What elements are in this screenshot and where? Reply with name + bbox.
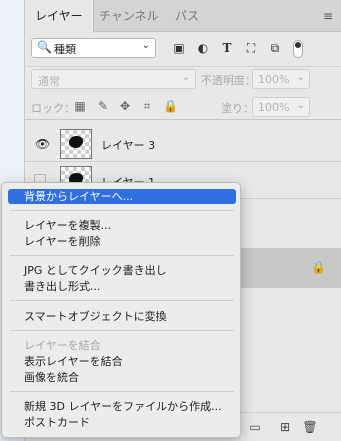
layer-name: レイヤー 3 bbox=[101, 139, 156, 152]
chevron-down-icon: ⌄ bbox=[181, 72, 190, 83]
image-filter-icon[interactable]: ▣ bbox=[171, 40, 187, 56]
panel-menu-icon[interactable]: ≡ bbox=[322, 9, 334, 23]
search-icon: 🔍 bbox=[37, 40, 52, 54]
lock-transparent-pixels-icon[interactable]: ▦ bbox=[73, 99, 87, 113]
trash-icon[interactable]: 🗑 bbox=[302, 419, 318, 435]
opacity-label: 不透明度： bbox=[201, 74, 256, 87]
menu-item-layer-from-background[interactable]: 背景からレイヤーへ... bbox=[8, 189, 236, 204]
lock-label: ロック： bbox=[31, 102, 75, 115]
menu-item-flatten-image[interactable]: 画像を統合 bbox=[8, 370, 236, 385]
tab-layers[interactable]: レイヤー bbox=[25, 0, 94, 33]
menu-separator bbox=[10, 330, 234, 331]
lock-icon: 🔒 bbox=[311, 260, 326, 274]
lock-image-pixels-icon[interactable]: ✎ bbox=[96, 99, 110, 113]
menu-item-quick-export-jpg[interactable]: JPG としてクイック書き出し bbox=[8, 263, 236, 278]
chevron-down-icon: ⌄ bbox=[296, 100, 305, 111]
menu-item-convert-smart-object[interactable]: スマートオブジェクトに変換 bbox=[8, 309, 236, 324]
opacity-value: 100% bbox=[258, 73, 290, 86]
panel-tab-bar: レイヤー チャンネル パス ≡ bbox=[25, 0, 341, 33]
menu-item-export-as[interactable]: 書き出し形式... bbox=[8, 279, 236, 294]
menu-item-merge-visible[interactable]: 表示レイヤーを結合 bbox=[8, 354, 236, 369]
blend-mode-select[interactable]: 通常 ⌄ bbox=[31, 69, 196, 89]
smart-object-filter-icon[interactable]: ⧉ bbox=[267, 40, 283, 56]
menu-item-merge-layers: レイヤーを結合 bbox=[24, 339, 101, 352]
eye-icon[interactable]: 👁 bbox=[35, 137, 50, 151]
layer-thumbnail bbox=[60, 129, 92, 159]
menu-item-new-3d-layer-from-file[interactable]: 新規 3D レイヤーをファイルから作成... bbox=[8, 399, 236, 414]
filter-toggle[interactable] bbox=[293, 40, 303, 58]
lock-fill-row: ロック： ▦ ✎ ✥ ⌗ 🔒 塗り： 100% ⌄ bbox=[25, 94, 341, 120]
menu-item-duplicate-layer[interactable]: レイヤーを複製... bbox=[8, 218, 236, 233]
filter-kind-select[interactable]: 🔍 種類 ⌄ bbox=[31, 38, 156, 58]
menu-separator bbox=[10, 255, 234, 256]
opacity-field[interactable]: 100% ⌄ bbox=[252, 69, 310, 89]
fill-field[interactable]: 100% ⌄ bbox=[252, 97, 310, 117]
layer-row[interactable]: 👁 レイヤー 3 bbox=[25, 126, 341, 162]
menu-separator bbox=[10, 391, 234, 392]
adjustment-filter-icon[interactable]: ◐ bbox=[195, 40, 211, 56]
lock-position-icon[interactable]: ✥ bbox=[118, 99, 132, 113]
context-menu: 背景からレイヤーへ... レイヤーを複製... レイヤーを削除 JPG としてク… bbox=[1, 182, 241, 438]
shape-filter-icon[interactable]: ⛶ bbox=[243, 40, 259, 56]
blend-mode-value: 通常 bbox=[38, 75, 60, 88]
chevron-down-icon: ⌄ bbox=[141, 40, 150, 51]
text-filter-icon[interactable]: T bbox=[219, 40, 235, 56]
lock-artboard-icon[interactable]: ⌗ bbox=[140, 99, 154, 113]
blend-opacity-row: 通常 ⌄ 不透明度： 100% ⌄ bbox=[25, 66, 341, 90]
folder-icon[interactable]: ▭ bbox=[247, 419, 263, 435]
tab-channels[interactable]: チャンネル bbox=[89, 0, 169, 32]
menu-item-postcard[interactable]: ポストカード bbox=[8, 415, 236, 430]
new-layer-icon[interactable]: ⊞ bbox=[277, 419, 293, 435]
menu-separator bbox=[10, 300, 234, 301]
filter-kind-label: 種類 bbox=[54, 43, 76, 56]
menu-item-delete-layer[interactable]: レイヤーを削除 bbox=[8, 234, 236, 249]
lock-all-icon[interactable]: 🔒 bbox=[163, 99, 178, 113]
tab-paths[interactable]: パス bbox=[165, 0, 209, 32]
fill-value: 100% bbox=[258, 101, 290, 114]
chevron-down-icon: ⌄ bbox=[296, 72, 305, 83]
menu-separator bbox=[10, 210, 234, 211]
fill-label: 塗り： bbox=[221, 102, 254, 115]
